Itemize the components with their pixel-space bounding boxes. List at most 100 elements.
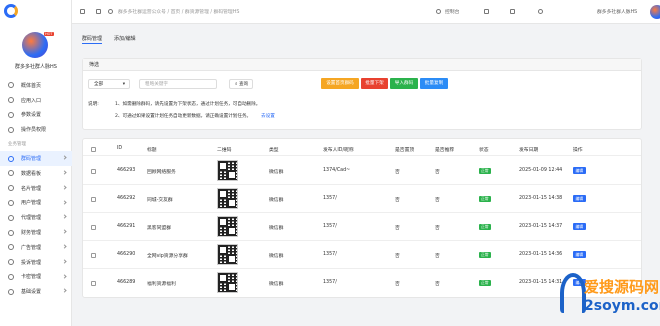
agent-icon	[8, 214, 14, 221]
batch-offline-button[interactable]: 批量下架	[361, 78, 388, 89]
cell-id: 466293	[117, 168, 136, 173]
search-icon: ⌕	[235, 82, 238, 87]
settings-icon	[8, 111, 14, 118]
watermark-cn: 爱搜源码网	[584, 278, 660, 296]
cell-top: 否	[395, 282, 400, 287]
tab-bar: 群码管理 添加/编辑	[72, 24, 660, 46]
sidebar-item-basic-settings[interactable]: 基础设置	[0, 284, 72, 299]
tab-group-codes[interactable]: 群码管理	[82, 35, 103, 45]
cell-type: 微信群	[269, 198, 284, 203]
sidebar-item-ads[interactable]: 广告管理	[0, 240, 72, 255]
cell-type: 微信群	[269, 226, 284, 231]
type-select[interactable]: 全部 ▾	[88, 79, 130, 89]
keyword-placeholder: 粗略关键字	[145, 82, 168, 87]
user-icon[interactable]	[538, 9, 543, 14]
breadcrumb: 群多多社群运营公众号 / 首页 / 群资源管理 / 群码管理HS	[118, 10, 240, 15]
row-checkbox[interactable]	[91, 225, 96, 230]
batch-copy-button[interactable]: 批量复制	[420, 78, 448, 89]
qrcode-image[interactable]	[217, 216, 238, 237]
cell-publisher: 1357/	[323, 224, 337, 229]
sidebar-item-keys[interactable]: 卡密管理	[0, 270, 72, 285]
row-divider	[83, 212, 641, 213]
key-icon	[8, 273, 14, 280]
home-icon[interactable]	[108, 9, 113, 14]
cell-date: 2025-01-09 12:44	[519, 168, 563, 173]
money-icon	[8, 229, 14, 236]
cell-recommend: 否	[435, 198, 440, 203]
col-header-qrcode: 二维码	[217, 148, 232, 153]
sidebar-item-label: 卡密管理	[21, 274, 42, 281]
sidebar-item-app-entry[interactable]: 应用入口	[0, 93, 72, 108]
keyword-input[interactable]: 粗略关键字	[139, 79, 217, 89]
type-select-value: 全部	[94, 82, 104, 87]
edit-button[interactable]: 编辑	[573, 195, 586, 202]
status-badge: 正常	[479, 280, 491, 286]
col-header-date: 发布日期	[519, 148, 539, 153]
app-icon	[8, 97, 14, 104]
note-label: 说明:	[88, 102, 99, 107]
qrcode-image[interactable]	[217, 160, 238, 181]
sidebar-item-complaints[interactable]: 投诉管理	[0, 255, 72, 270]
app-logo[interactable]	[4, 4, 18, 18]
cell-title: 福利资源福利	[147, 282, 176, 287]
chevron-icon	[62, 288, 67, 293]
sidebar-item-label: 参数设置	[21, 112, 42, 119]
edit-button[interactable]: 编辑	[573, 251, 586, 258]
qrcode-image[interactable]	[217, 188, 238, 209]
chevron-icon	[62, 244, 67, 249]
sidebar-item-label: 概体首页	[21, 82, 42, 89]
tab-add-edit[interactable]: 添加/编辑	[114, 35, 136, 42]
edit-button[interactable]: 编辑	[573, 223, 586, 230]
sidebar-item-group-codes[interactable]: 群码管理	[0, 151, 72, 166]
query-button[interactable]: ⌕ 查询	[229, 79, 253, 89]
menu-icon[interactable]	[80, 9, 85, 14]
row-divider	[83, 240, 641, 241]
chevron-icon	[62, 259, 67, 264]
cell-top: 否	[395, 254, 400, 259]
status-badge: 正常	[479, 224, 491, 230]
sidebar-item-label: 财务管理	[21, 230, 42, 237]
user-icon	[8, 199, 14, 206]
col-header-type: 类型	[269, 148, 279, 153]
cell-top: 否	[395, 198, 400, 203]
user-name[interactable]: 群多多社群人脉HS	[597, 8, 637, 15]
col-header-recommend: 是否推荐	[435, 148, 455, 153]
sidebar-item-cards[interactable]: 名片管理	[0, 181, 72, 196]
refresh-icon[interactable]	[96, 9, 101, 14]
edit-button[interactable]: 编辑	[573, 167, 586, 174]
sidebar-item-label: 应用入口	[21, 97, 42, 104]
row-checkbox[interactable]	[91, 197, 96, 202]
chevron-icon	[62, 273, 67, 279]
row-checkbox[interactable]	[91, 169, 96, 174]
cell-date: 2023-01-15 14:37	[519, 224, 563, 229]
sidebar-item-operators[interactable]: 操作员权限	[0, 122, 72, 137]
sidebar-item-finance[interactable]: 财务管理	[0, 225, 72, 240]
ad-icon	[8, 244, 14, 251]
row-checkbox[interactable]	[91, 253, 96, 258]
import-codes-button[interactable]: 导入群码	[390, 78, 418, 89]
console-link[interactable]: 控制台	[445, 8, 459, 15]
sidebar-item-params[interactable]: 参数设置	[0, 108, 72, 123]
header-divider	[83, 155, 641, 156]
select-all-checkbox[interactable]	[91, 147, 96, 152]
brand-avatar: HOT	[10, 30, 60, 64]
row-checkbox[interactable]	[91, 281, 96, 286]
set-schedule-link[interactable]: 去设置	[261, 113, 275, 119]
sidebar-item-agents[interactable]: 代理管理	[0, 210, 72, 225]
user-key-icon	[8, 126, 14, 133]
sidebar-item-home[interactable]: 概体首页	[0, 78, 72, 93]
set-home-codes-button[interactable]: 设置首页群码	[321, 78, 359, 89]
cell-title: 全网vip资源分享群	[147, 254, 188, 259]
sidebar-item-users[interactable]: 用户管理	[0, 196, 72, 211]
bell-icon[interactable]	[510, 9, 515, 14]
query-button-label: 查询	[239, 82, 249, 87]
more-icon[interactable]	[653, 9, 658, 14]
card-icon	[8, 185, 14, 192]
chevron-icon	[62, 229, 67, 234]
sidebar-item-dashboard[interactable]: 数据看板	[0, 166, 72, 181]
grid-icon[interactable]	[484, 9, 489, 14]
cell-publisher: 1357/	[323, 280, 337, 285]
sidebar: HOT 群多多社群人脉HS 概体首页 应用入口 参数设置 操作员权限 业务管理 …	[0, 0, 72, 326]
qrcode-image[interactable]	[217, 272, 238, 293]
qrcode-image[interactable]	[217, 244, 238, 265]
